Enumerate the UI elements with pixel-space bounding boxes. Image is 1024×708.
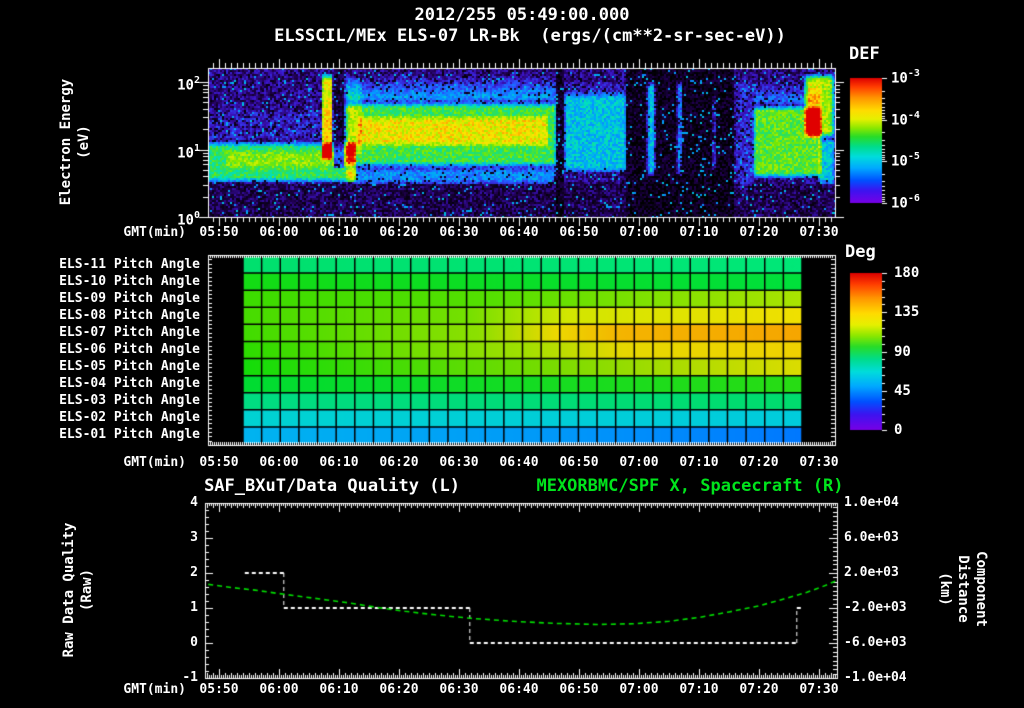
els-row-label: ELS-07 Pitch Angle: [59, 324, 200, 340]
x-tick-label: 06:20: [379, 225, 419, 240]
els-row-label: ELS-05 Pitch Angle: [59, 359, 200, 375]
x-axis-label-1: GMT(min): [123, 455, 186, 470]
y-tick-label: 100: [177, 210, 200, 229]
y-tick-label: -1: [182, 670, 198, 685]
els-row-label: ELS-02 Pitch Angle: [59, 410, 200, 426]
x-tick-label: 07:10: [679, 455, 719, 470]
x-tick-label: 07:20: [739, 682, 779, 697]
x-tick-label: 05:50: [199, 455, 239, 470]
els-row-label: ELS-10 Pitch Angle: [59, 273, 200, 289]
colorbar-tick-label: 135: [894, 304, 920, 321]
bottom-left-y-axis-label: Raw Data Quality (Raw): [61, 522, 95, 658]
x-tick-label: 05:50: [199, 225, 239, 240]
colorbar-tick-label: 10-4: [891, 109, 920, 129]
x-tick-label: 07:10: [679, 682, 719, 697]
els-row-label: ELS-08 Pitch Angle: [59, 307, 200, 323]
plot-title: ELSSCIL/MEx ELS-07 LR-Bk (ergs/(cm**2-sr…: [274, 26, 786, 46]
y-tick-label: 102: [177, 75, 200, 94]
x-tick-label: 06:50: [559, 225, 599, 240]
cdaweb-plot-screen: 2012/255 05:49:00.000 ELSSCIL/MEx ELS-07…: [0, 0, 1024, 708]
y-tick-label: 2: [190, 565, 198, 580]
els-row-label: ELS-11 Pitch Angle: [59, 256, 200, 272]
x-tick-label: 05:50: [199, 682, 239, 697]
y-tick-label: 2.0e+03: [844, 565, 899, 580]
x-tick-label: 06:50: [559, 682, 599, 697]
els-row-label: ELS-01 Pitch Angle: [59, 427, 200, 443]
x-tick-label: 06:40: [499, 225, 539, 240]
x-tick-label: 06:10: [319, 682, 359, 697]
x-tick-label: 06:30: [439, 225, 479, 240]
colorbar-tick-label: 10-6: [891, 193, 920, 212]
y-tick-label: 4: [190, 495, 198, 510]
top-y-axis-label: Electron Energy (eV): [58, 78, 92, 206]
x-tick-label: 06:30: [439, 455, 479, 470]
x-axis-label-2: GMT(min): [123, 682, 186, 697]
x-tick-label: 07:20: [739, 455, 779, 470]
x-tick-label: 06:00: [259, 455, 299, 470]
x-tick-label: 06:40: [499, 455, 539, 470]
x-tick-label: 07:00: [619, 682, 659, 697]
x-tick-label: 06:00: [259, 682, 299, 697]
x-tick-label: 07:20: [739, 225, 779, 240]
x-tick-label: 07:30: [799, 225, 839, 240]
y-tick-label: 6.0e+03: [844, 530, 899, 545]
colorbar-tick-label: 180: [894, 265, 920, 281]
y-tick-label: 0: [190, 635, 198, 650]
colorbar-tick-label: 90: [894, 343, 911, 360]
y-tick-label: 1.0e+04: [844, 495, 899, 510]
y-tick-label: -6.0e+03: [844, 635, 907, 650]
bottom-left-title: SAF_BXuT/Data Quality (L): [204, 476, 460, 496]
x-tick-label: 06:30: [439, 682, 479, 697]
x-tick-label: 06:10: [319, 225, 359, 240]
mid-colorbar-label: Deg: [845, 242, 876, 262]
x-tick-label: 07:00: [619, 455, 659, 470]
x-tick-label: 07:30: [799, 682, 839, 697]
x-tick-label: 06:20: [379, 455, 419, 470]
x-tick-label: 06:10: [319, 455, 359, 470]
x-tick-label: 07:30: [799, 455, 839, 470]
y-tick-label: -1.0e+04: [844, 670, 907, 685]
y-tick-label: -2.0e+03: [844, 600, 907, 615]
x-tick-label: 06:00: [259, 225, 299, 240]
bottom-right-y-axis-label: Component Distance (km): [937, 551, 989, 627]
colorbar-tick-label: 45: [894, 382, 911, 399]
x-tick-label: 06:20: [379, 682, 419, 697]
els-row-label: ELS-03 Pitch Angle: [59, 393, 200, 409]
x-tick-label: 07:10: [679, 225, 719, 240]
plot-datetime: 2012/255 05:49:00.000: [414, 5, 630, 25]
x-tick-label: 07:00: [619, 225, 659, 240]
y-tick-label: 1: [190, 600, 198, 615]
els-row-label: ELS-09 Pitch Angle: [59, 290, 200, 306]
colorbar-tick-label: 10-3: [891, 68, 920, 87]
els-row-label: ELS-06 Pitch Angle: [59, 342, 200, 357]
y-tick-label: 101: [177, 142, 200, 162]
y-tick-label: 3: [190, 530, 198, 545]
x-tick-label: 06:40: [499, 682, 539, 697]
colorbar-tick-label: 0: [894, 422, 903, 438]
bottom-right-title: MEXORBMC/SPF X, Spacecraft (R): [536, 476, 844, 496]
x-tick-label: 06:50: [559, 455, 599, 470]
els-row-label: ELS-04 Pitch Angle: [59, 376, 200, 392]
colorbar-tick-label: 10-5: [891, 151, 920, 170]
top-colorbar-label: DEF: [849, 44, 880, 64]
